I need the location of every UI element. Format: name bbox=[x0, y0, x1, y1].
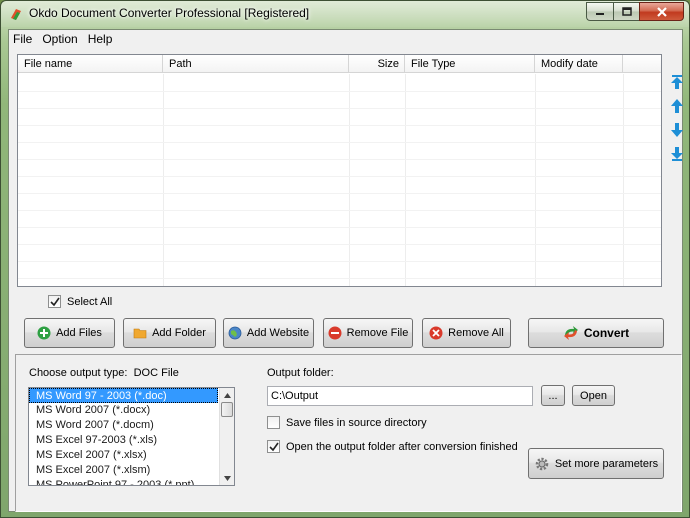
format-item[interactable]: MS Excel 97-2003 (*.xls) bbox=[29, 433, 218, 448]
scroll-up-icon[interactable] bbox=[220, 388, 234, 402]
menu-option[interactable]: Option bbox=[37, 30, 82, 49]
select-all-label: Select All bbox=[67, 295, 113, 308]
open-after-checkbox[interactable] bbox=[267, 440, 280, 453]
close-button[interactable] bbox=[639, 2, 684, 21]
format-item[interactable]: MS Word 2007 (*.docx) bbox=[29, 403, 218, 418]
browse-button[interactable]: ... bbox=[541, 385, 565, 406]
scroll-thumb[interactable] bbox=[221, 402, 233, 417]
select-all-checkbox[interactable] bbox=[48, 295, 61, 308]
maximize-icon bbox=[621, 6, 632, 16]
select-all-option[interactable]: Select All bbox=[48, 295, 112, 308]
add-website-button[interactable]: Add Website bbox=[223, 318, 314, 348]
add-folder-label: Add Folder bbox=[152, 327, 206, 339]
set-parameters-button[interactable]: Set more parameters bbox=[528, 448, 664, 479]
remove-all-button[interactable]: Remove All bbox=[422, 318, 511, 348]
column-path[interactable]: Path bbox=[163, 55, 349, 73]
add-files-label: Add Files bbox=[56, 327, 102, 339]
move-up-icon[interactable] bbox=[670, 98, 684, 114]
remove-icon bbox=[328, 326, 342, 340]
file-list-header: File name Path Size File Type Modify dat… bbox=[18, 55, 661, 73]
save-in-source-option[interactable]: Save files in source directory bbox=[267, 416, 427, 429]
app-window: Okdo Document Converter Professional [Re… bbox=[0, 0, 690, 518]
globe-icon bbox=[228, 326, 242, 340]
window-title: Okdo Document Converter Professional [Re… bbox=[29, 6, 310, 20]
app-icon bbox=[8, 6, 24, 22]
convert-label: Convert bbox=[583, 326, 630, 340]
title-bar[interactable]: Okdo Document Converter Professional [Re… bbox=[1, 1, 689, 27]
menu-help[interactable]: Help bbox=[83, 30, 118, 49]
format-list-scrollbar[interactable] bbox=[219, 388, 234, 485]
checkmark-icon bbox=[268, 442, 279, 451]
convert-icon bbox=[563, 325, 579, 341]
column-filler bbox=[623, 55, 661, 73]
add-icon bbox=[37, 326, 51, 340]
add-files-button[interactable]: Add Files bbox=[24, 318, 115, 348]
output-type-value: DOC File bbox=[133, 367, 179, 379]
minimize-icon bbox=[596, 12, 604, 15]
delete-icon bbox=[429, 326, 443, 340]
convert-button[interactable]: Convert bbox=[528, 318, 664, 348]
close-icon bbox=[656, 6, 667, 17]
format-item[interactable]: MS Word 2007 (*.docm) bbox=[29, 418, 218, 433]
format-item[interactable]: MS Word 97 - 2003 (*.doc) bbox=[29, 388, 218, 403]
column-file-type[interactable]: File Type bbox=[405, 55, 535, 73]
format-item[interactable]: MS PowerPoint 97 - 2003 (*.ppt) bbox=[29, 478, 218, 485]
file-list-body bbox=[18, 74, 661, 286]
format-item[interactable]: MS Excel 2007 (*.xlsx) bbox=[29, 448, 218, 463]
file-list[interactable]: File name Path Size File Type Modify dat… bbox=[17, 54, 662, 287]
remove-file-button[interactable]: Remove File bbox=[323, 318, 413, 348]
save-in-source-label: Save files in source directory bbox=[286, 416, 427, 429]
menu-bar: File Option Help bbox=[9, 30, 682, 49]
gear-icon bbox=[534, 456, 550, 472]
window-controls bbox=[586, 2, 684, 21]
output-format-list[interactable]: MS Word 97 - 2003 (*.doc) MS Word 2007 (… bbox=[28, 387, 235, 486]
folder-icon bbox=[133, 326, 147, 340]
output-folder-label: Output folder: bbox=[267, 367, 334, 379]
move-down-icon[interactable] bbox=[670, 122, 684, 138]
format-item[interactable]: MS Excel 2007 (*.xlsm) bbox=[29, 463, 218, 478]
open-folder-button[interactable]: Open bbox=[572, 385, 615, 406]
add-folder-button[interactable]: Add Folder bbox=[123, 318, 216, 348]
output-type-label: Choose output type: DOC File bbox=[29, 367, 179, 379]
scroll-down-icon[interactable] bbox=[220, 471, 234, 485]
move-bottom-icon[interactable] bbox=[670, 146, 684, 162]
set-parameters-label: Set more parameters bbox=[554, 457, 659, 470]
add-website-label: Add Website bbox=[246, 327, 310, 339]
minimize-button[interactable] bbox=[586, 2, 613, 21]
column-modify-date[interactable]: Modify date bbox=[535, 55, 623, 73]
open-after-label: Open the output folder after conversion … bbox=[286, 440, 518, 453]
remove-file-label: Remove File bbox=[346, 327, 409, 339]
column-file-name[interactable]: File name bbox=[18, 55, 163, 73]
save-in-source-checkbox[interactable] bbox=[267, 416, 280, 429]
move-top-icon[interactable] bbox=[670, 74, 684, 90]
client-area: File Option Help File name Path Size Fil… bbox=[8, 29, 683, 512]
checkmark-icon bbox=[49, 297, 60, 306]
output-folder-input[interactable]: C:\Output bbox=[267, 386, 533, 406]
menu-file[interactable]: File bbox=[9, 30, 37, 49]
open-after-option[interactable]: Open the output folder after conversion … bbox=[267, 440, 518, 453]
maximize-button[interactable] bbox=[613, 2, 639, 21]
remove-all-label: Remove All bbox=[448, 327, 504, 339]
column-size[interactable]: Size bbox=[349, 55, 405, 73]
